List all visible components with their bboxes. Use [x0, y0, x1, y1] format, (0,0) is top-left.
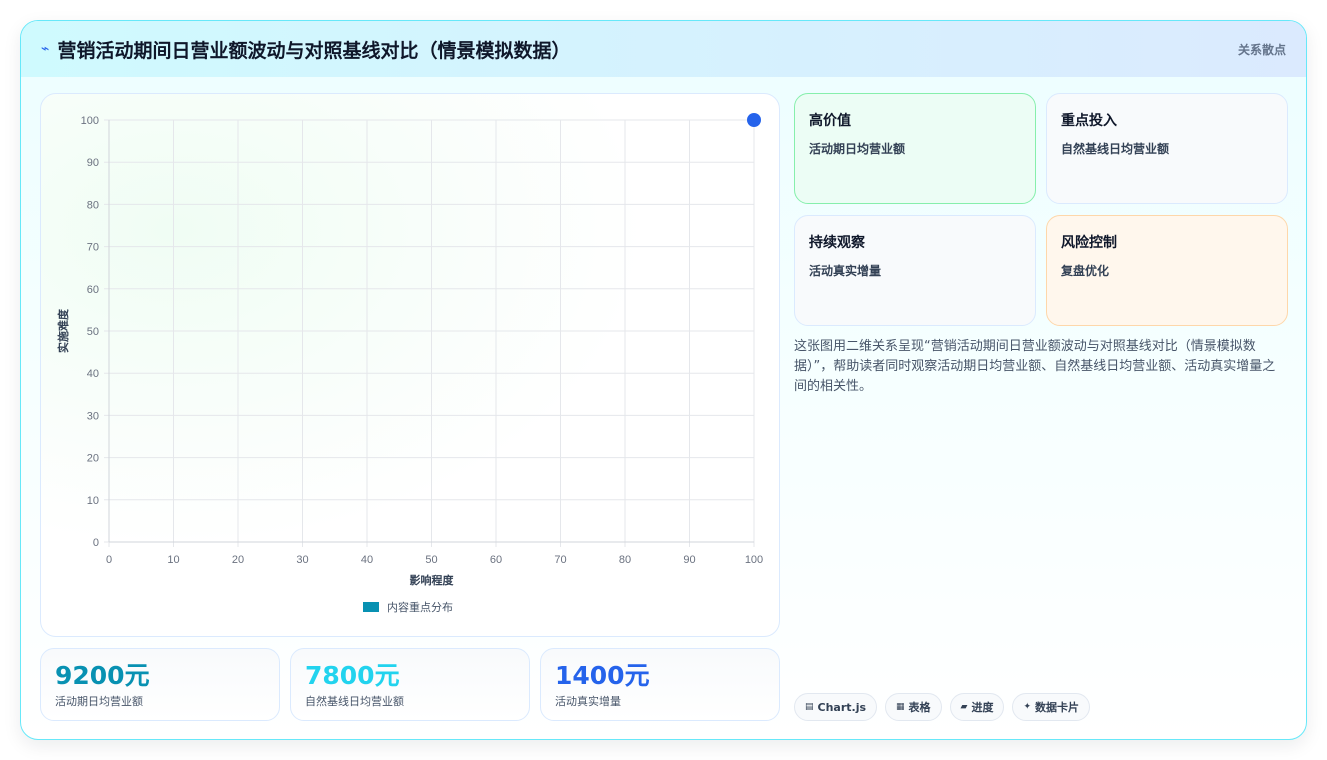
quadrant-title: 重点投入	[1061, 113, 1117, 129]
x-axis-title: 影响程度	[410, 573, 455, 587]
progress-icon: ▰	[960, 702, 968, 712]
stat-card-baseline-avg: 7800元 自然基线日均营业额	[290, 648, 530, 721]
x-tick-label: 100	[745, 554, 763, 566]
feature-pills: ▤ Chart.js ▦ 表格 ▰ 进度 ✦ 数据卡片	[794, 693, 1091, 721]
stat-label: 活动期日均营业额	[55, 695, 143, 708]
chart-type-tag: 关系散点	[1237, 43, 1286, 57]
y-tick-label: 40	[87, 368, 99, 380]
quadrant-title: 高价值	[809, 113, 851, 129]
pill-table[interactable]: ▦ 表格	[885, 693, 942, 721]
x-tick-label: 70	[554, 554, 566, 566]
quadrant-title: 持续观察	[809, 235, 865, 251]
pill-progress[interactable]: ▰ 进度	[949, 693, 1005, 721]
x-tick-label: 90	[683, 554, 695, 566]
x-tick-label: 40	[361, 554, 373, 566]
y-tick-label: 20	[87, 453, 99, 465]
y-tick-label: 70	[87, 242, 99, 254]
pill-chartjs[interactable]: ▤ Chart.js	[794, 693, 878, 721]
stat-label: 活动真实增量	[555, 695, 621, 708]
legend-swatch	[363, 602, 379, 612]
y-tick-label: 50	[87, 326, 99, 338]
stat-card-activity-avg: 9200元 活动期日均营业额	[40, 648, 280, 721]
quadrant-high-value: 高价值 活动期日均营业额	[794, 93, 1036, 204]
pill-label: 表格	[908, 701, 931, 714]
x-tick-label: 50	[425, 554, 437, 566]
data-point	[747, 113, 761, 127]
pill-label: 进度	[971, 701, 994, 714]
stat-label: 自然基线日均营业额	[305, 695, 404, 708]
y-tick-label: 30	[87, 410, 99, 422]
quadrant-desc: 活动期日均营业额	[809, 142, 906, 156]
x-tick-label: 80	[619, 554, 631, 566]
quadrant-key-investment: 重点投入 自然基线日均营业额	[1046, 93, 1288, 204]
pulse-icon: ⌁	[41, 41, 50, 57]
table-icon: ▦	[896, 702, 905, 712]
page-title: 营销活动期间日营业额波动与对照基线对比（情景模拟数据）	[57, 39, 571, 62]
y-axis-title: 实施难度	[56, 308, 70, 353]
x-tick-label: 20	[232, 554, 244, 566]
chart-icon: ▤	[805, 702, 814, 712]
dashboard-card: ⌁ 营销活动期间日营业额波动与对照基线对比（情景模拟数据） 关系散点 0 10 20…	[20, 20, 1307, 740]
stat-value: 7800元	[305, 661, 400, 690]
sparkle-icon: ✦	[1023, 702, 1032, 712]
y-tick-label: 0	[93, 537, 99, 549]
quadrant-desc: 自然基线日均营业额	[1061, 142, 1170, 156]
quadrant-desc: 复盘优化	[1061, 264, 1110, 278]
quadrant-desc: 活动真实增量	[809, 264, 882, 278]
y-tick-label: 10	[87, 495, 99, 507]
stat-value: 9200元	[55, 661, 150, 690]
stat-card-increment: 1400元 活动真实增量	[540, 648, 780, 721]
pill-label: Chart.js	[817, 700, 867, 714]
pill-data-card[interactable]: ✦ 数据卡片	[1012, 693, 1091, 721]
y-tick-label: 90	[87, 157, 99, 169]
legend-label: 内容重点分布	[387, 600, 453, 614]
chart-description: 这张图用二维关系呈现“营销活动期间日营业额波动与对照基线对比（情景模拟数据）”，…	[794, 339, 1276, 394]
x-tick-label: 10	[167, 554, 179, 566]
quadrant-risk-control: 风险控制 复盘优化	[1046, 215, 1288, 326]
y-tick-label: 60	[87, 284, 99, 296]
x-tick-label: 30	[296, 554, 308, 566]
pill-label: 数据卡片	[1035, 701, 1080, 714]
scatter-chart-panel: 0 10 20 30 40 50 60 70 80 90 100 0 10 20 30 40 50 60 70 80 9…	[40, 93, 780, 637]
y-tick-label: 100	[81, 115, 99, 127]
x-tick-label: 0	[106, 554, 112, 566]
stat-value: 1400元	[555, 661, 650, 690]
card-header: ⌁ 营销活动期间日营业额波动与对照基线对比（情景模拟数据） 关系散点	[21, 21, 1306, 77]
y-tick-label: 80	[87, 199, 99, 211]
quadrant-title: 风险控制	[1061, 235, 1117, 251]
quadrant-keep-watching: 持续观察 活动真实增量	[794, 215, 1036, 326]
x-tick-label: 60	[490, 554, 502, 566]
scatter-chart: 0 10 20 30 40 50 60 70 80 90 100 0 10 20 30 40 50 60 70 80 9…	[56, 113, 763, 614]
